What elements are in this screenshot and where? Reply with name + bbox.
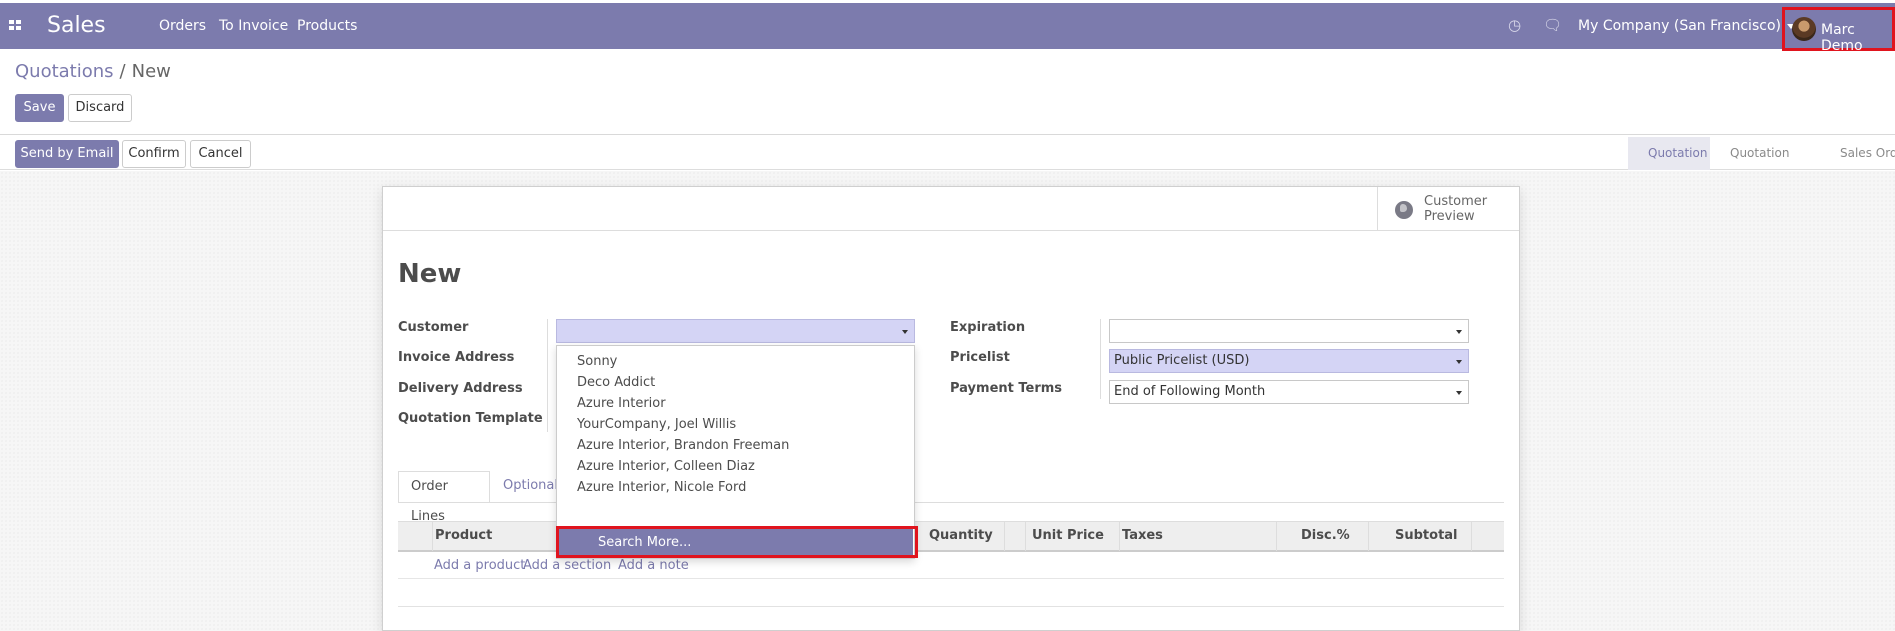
status-bar: Send by Email Confirm Cancel Quotation Q…: [0, 137, 1895, 193]
button-box: Customer Preview: [383, 187, 1519, 231]
pricelist-label: Pricelist: [950, 350, 1010, 365]
customer-label: Customer: [398, 320, 469, 335]
column-taxes[interactable]: Taxes: [1122, 528, 1163, 543]
delivery-address-label: Delivery Address: [398, 381, 523, 396]
breadcrumb: Quotations / New: [15, 61, 171, 82]
invoice-address-label: Invoice Address: [398, 350, 515, 365]
customer-field[interactable]: [556, 319, 915, 343]
breadcrumb-current: New: [131, 61, 171, 82]
chevron-down-icon: [1456, 391, 1462, 395]
page-title: New: [398, 259, 462, 289]
label-separator: [547, 319, 548, 432]
app-name[interactable]: Sales: [47, 13, 106, 38]
column-separator: [1276, 522, 1277, 551]
menu-to-invoice[interactable]: To Invoice: [219, 18, 288, 34]
column-quantity[interactable]: Quantity: [929, 528, 993, 543]
expiration-field[interactable]: [1109, 319, 1469, 343]
confirm-button[interactable]: Confirm: [122, 140, 186, 168]
dropdown-item[interactable]: YourCompany, Joel Willis: [577, 417, 736, 432]
cancel-button[interactable]: Cancel: [190, 140, 251, 168]
chevron-down-icon: [1456, 360, 1462, 364]
pricelist-field[interactable]: Public Pricelist (USD): [1109, 349, 1469, 373]
payment-terms-field[interactable]: End of Following Month: [1109, 380, 1469, 404]
dropdown-item[interactable]: Deco Addict: [577, 375, 655, 390]
payment-terms-value: End of Following Month: [1114, 384, 1266, 399]
dropdown-item[interactable]: Azure Interior, Nicole Ford: [577, 480, 746, 495]
globe-icon: [1395, 201, 1413, 219]
user-menu[interactable]: Marc Demo: [1782, 7, 1895, 54]
top-navbar: Sales Orders To Invoice Products ◷ 🗨 My …: [0, 3, 1895, 54]
pricelist-value: Public Pricelist (USD): [1114, 353, 1250, 368]
chevron-down-icon: [902, 330, 908, 334]
add-section-link[interactable]: Add a section: [523, 558, 611, 573]
menu-products[interactable]: Products: [297, 18, 357, 34]
column-separator: [1004, 522, 1005, 551]
customer-preview-label: Customer Preview: [1424, 194, 1488, 224]
column-separator: [432, 522, 433, 551]
clock-icon[interactable]: ◷: [1508, 16, 1521, 34]
menu-orders[interactable]: Orders: [159, 18, 206, 34]
column-separator: [1025, 522, 1026, 551]
discard-button[interactable]: Discard: [68, 94, 132, 122]
apps-icon[interactable]: [9, 20, 22, 32]
divider: [0, 134, 1895, 135]
tab-order-lines[interactable]: Order Lines: [398, 471, 490, 524]
send-by-email-button[interactable]: Send by Email: [15, 140, 119, 168]
column-discount[interactable]: Disc.%: [1301, 528, 1350, 543]
dropdown-item[interactable]: Azure Interior, Colleen Diaz: [577, 459, 755, 474]
user-name: Marc Demo: [1821, 22, 1863, 54]
status-quotation-sent[interactable]: Quotation Sent: [1712, 137, 1820, 193]
table-footer-line: [398, 606, 1504, 607]
company-name: My Company (San Francisco): [1578, 18, 1781, 34]
dropdown-item[interactable]: Azure Interior, Brandon Freeman: [577, 438, 789, 453]
search-more-highlight: [556, 526, 918, 558]
form-sheet: Customer Preview New Customer Invoice Ad…: [382, 186, 1520, 631]
chevron-down-icon: [1456, 330, 1462, 334]
payment-terms-label: Payment Terms: [950, 381, 1063, 396]
dropdown-item[interactable]: Azure Interior: [577, 396, 666, 411]
customer-preview-button[interactable]: Customer Preview: [1377, 187, 1519, 231]
column-subtotal[interactable]: Subtotal: [1395, 528, 1458, 543]
company-switcher[interactable]: My Company (San Francisco): [1578, 18, 1795, 34]
add-product-link[interactable]: Add a product: [434, 558, 525, 573]
quotation-template-label: Quotation Template: [398, 411, 543, 426]
expiration-label: Expiration: [950, 320, 1026, 335]
column-separator: [1368, 522, 1369, 551]
avatar: [1792, 17, 1816, 41]
add-note-link[interactable]: Add a note: [618, 558, 689, 573]
label-separator: [1100, 319, 1101, 399]
breadcrumb-separator: /: [119, 61, 126, 82]
breadcrumb-quotations[interactable]: Quotations: [15, 61, 114, 82]
chat-icon[interactable]: 🗨: [1543, 16, 1562, 34]
column-unit-price[interactable]: Unit Price: [1032, 528, 1104, 543]
column-separator: [1119, 522, 1120, 551]
status-sales-order[interactable]: Sales Orde: [1822, 137, 1895, 170]
save-button[interactable]: Save: [15, 94, 64, 122]
status-quotation[interactable]: Quotation: [1628, 137, 1710, 170]
column-separator: [1471, 522, 1472, 551]
dropdown-item[interactable]: Sonny: [577, 354, 617, 369]
column-product[interactable]: Product: [435, 528, 492, 543]
